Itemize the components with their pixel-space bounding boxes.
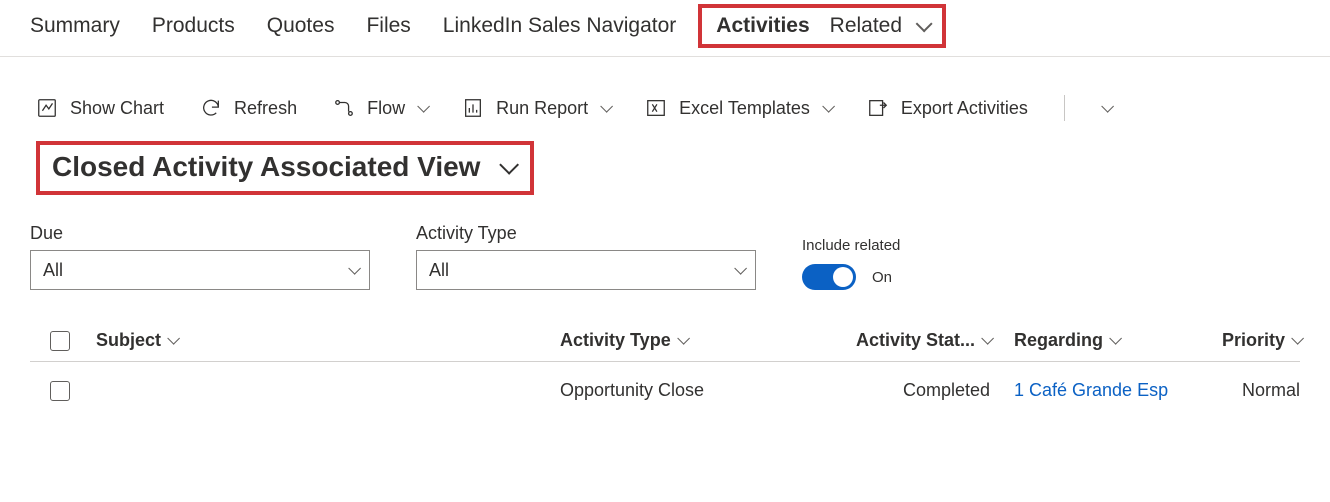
chevron-down-icon — [916, 15, 933, 32]
excel-templates-label: Excel Templates — [679, 98, 810, 119]
chevron-down-icon — [348, 262, 361, 275]
column-priority[interactable]: Priority — [1180, 330, 1300, 351]
flow-button[interactable]: Flow — [333, 97, 426, 119]
activity-type-value: All — [429, 260, 449, 281]
cell-activity-type: Opportunity Close — [560, 380, 810, 401]
chevron-down-icon — [500, 155, 520, 175]
run-report-button[interactable]: Run Report — [462, 97, 609, 119]
tab-summary[interactable]: Summary — [30, 14, 120, 38]
refresh-icon — [200, 97, 222, 119]
activity-type-label: Activity Type — [416, 223, 756, 244]
due-value: All — [43, 260, 63, 281]
tab-related[interactable]: Related — [830, 14, 928, 38]
flow-icon — [333, 97, 355, 119]
select-all-checkbox[interactable] — [50, 331, 70, 351]
chevron-down-icon — [417, 100, 430, 113]
column-subject-label: Subject — [96, 330, 161, 351]
chevron-down-icon — [734, 262, 747, 275]
show-chart-button[interactable]: Show Chart — [36, 97, 164, 119]
chevron-down-icon — [822, 100, 835, 113]
export-activities-label: Export Activities — [901, 98, 1028, 119]
export-icon — [867, 97, 889, 119]
tab-products[interactable]: Products — [152, 14, 235, 38]
record-tabs: Summary Products Quotes Files LinkedIn S… — [0, 0, 1330, 57]
due-field: Due All — [30, 223, 370, 290]
column-subject[interactable]: Subject — [90, 330, 560, 351]
include-related-value: On — [872, 269, 892, 286]
report-icon — [462, 97, 484, 119]
activity-type-field: Activity Type All — [416, 223, 756, 290]
activity-type-select[interactable]: All — [416, 250, 756, 290]
tab-activities[interactable]: Activities — [716, 14, 809, 38]
table-row[interactable]: Opportunity Close Completed 1 Café Grand… — [30, 362, 1300, 411]
overflow-commands-button[interactable] — [1101, 104, 1110, 113]
tab-quotes[interactable]: Quotes — [267, 14, 335, 38]
chevron-down-icon — [600, 100, 613, 113]
due-select[interactable]: All — [30, 250, 370, 290]
column-activity-type[interactable]: Activity Type — [560, 330, 810, 351]
column-activity-type-label: Activity Type — [560, 330, 671, 351]
include-related-label: Include related — [802, 237, 900, 254]
refresh-button[interactable]: Refresh — [200, 97, 297, 119]
command-bar: Show Chart Refresh Flow Run Report Excel… — [0, 75, 1330, 131]
excel-templates-button[interactable]: Excel Templates — [645, 97, 831, 119]
activities-grid: Subject Activity Type Activity Stat... R… — [30, 320, 1300, 411]
chevron-down-icon — [1109, 332, 1122, 345]
run-report-label: Run Report — [496, 98, 588, 119]
due-label: Due — [30, 223, 370, 244]
include-related-toggle[interactable] — [802, 264, 856, 290]
column-regarding[interactable]: Regarding — [990, 330, 1180, 351]
column-activity-status-label: Activity Stat... — [856, 330, 975, 351]
column-priority-label: Priority — [1222, 330, 1285, 351]
filter-row: Due All Activity Type All Include relate… — [0, 199, 1330, 300]
chevron-down-icon — [1291, 332, 1304, 345]
refresh-label: Refresh — [234, 98, 297, 119]
grid-header: Subject Activity Type Activity Stat... R… — [30, 320, 1300, 362]
flow-label: Flow — [367, 98, 405, 119]
cell-priority: Normal — [1180, 380, 1300, 401]
column-regarding-label: Regarding — [1014, 330, 1103, 351]
export-activities-button[interactable]: Export Activities — [867, 97, 1028, 119]
view-title-wrap: Closed Activity Associated View — [0, 131, 1330, 199]
chevron-down-icon — [1101, 100, 1114, 113]
command-divider — [1064, 95, 1065, 121]
tab-files[interactable]: Files — [366, 14, 410, 38]
show-chart-label: Show Chart — [70, 98, 164, 119]
cell-regarding-link[interactable]: 1 Café Grande Esp — [990, 380, 1180, 401]
tab-related-label: Related — [830, 14, 902, 37]
chevron-down-icon — [167, 332, 180, 345]
include-related-field: Include related On — [802, 237, 900, 290]
excel-icon — [645, 97, 667, 119]
view-title-text: Closed Activity Associated View — [52, 151, 480, 183]
view-selector[interactable]: Closed Activity Associated View — [36, 141, 534, 195]
tab-linkedin[interactable]: LinkedIn Sales Navigator — [443, 14, 676, 38]
cell-activity-status: Completed — [810, 380, 990, 401]
row-checkbox[interactable] — [50, 381, 70, 401]
tab-highlight-box: Activities Related — [698, 4, 946, 48]
chart-icon — [36, 97, 58, 119]
column-activity-status[interactable]: Activity Stat... — [810, 330, 990, 351]
chevron-down-icon — [677, 332, 690, 345]
toggle-knob — [833, 267, 853, 287]
